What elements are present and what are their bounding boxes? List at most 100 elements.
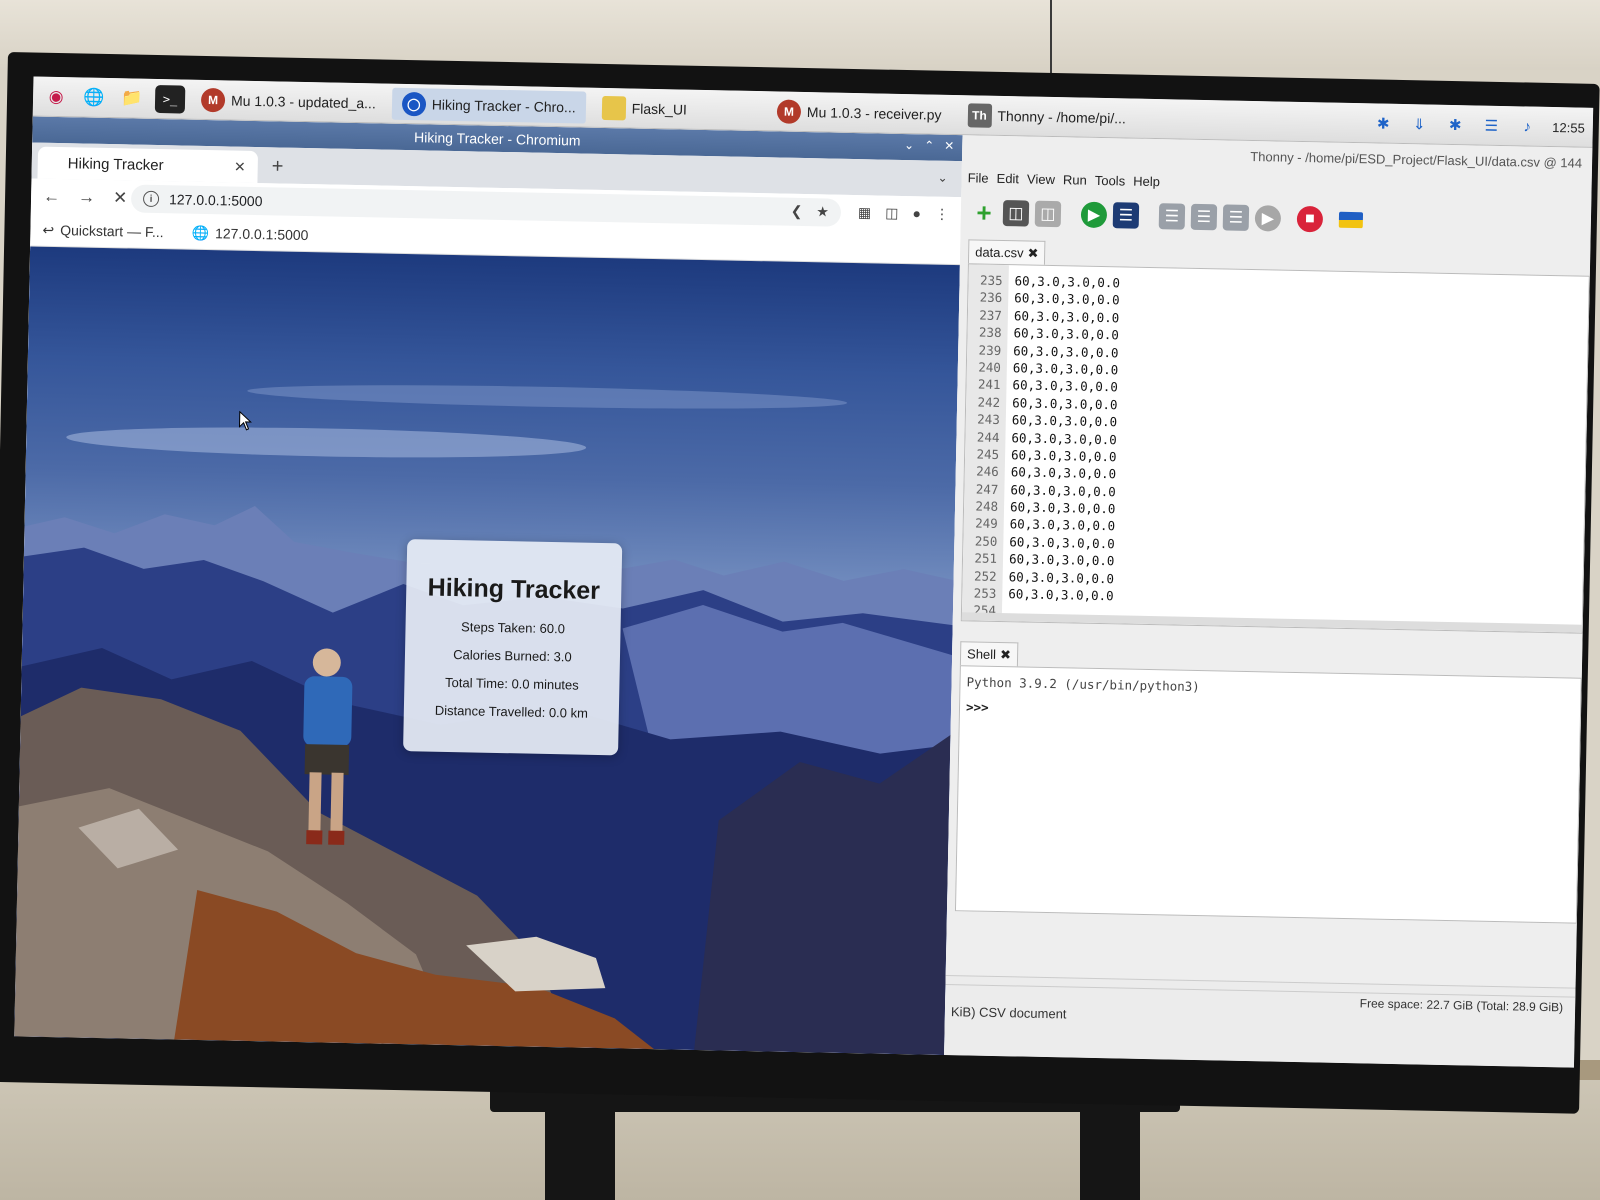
menu-edit[interactable]: Edit [996,170,1019,185]
window-title: Thonny - /home/pi/ESD_Project/Flask_UI/d… [1250,148,1583,171]
bookmark-localhost[interactable]: 🌐 127.0.0.1:5000 [191,225,308,244]
code-line[interactable]: 60,3.0,3.0,0.0 [1009,533,1115,553]
code-line[interactable]: 60,3.0,3.0,0.0 [1014,272,1120,292]
horizontal-scrollbar[interactable] [961,612,1582,633]
code-line[interactable]: 60,3.0,3.0,0.0 [1010,481,1116,501]
menu-view[interactable]: View [1027,171,1055,187]
editor-tab-label: data.csv [975,244,1024,261]
code-line[interactable]: 60,3.0,3.0,0.0 [1010,516,1116,536]
stop-icon[interactable]: ■ [1296,205,1324,233]
code-line[interactable]: 60,3.0,3.0,0.0 [1012,411,1118,431]
minimize-icon[interactable]: ⌄ [904,138,914,152]
maximize-icon[interactable]: ⌃ [924,138,934,152]
extensions-icon[interactable]: ▦ [858,204,872,221]
line-number: 240 [978,359,1002,375]
close-tab-icon[interactable]: ✖ [1000,647,1011,663]
stop-icon[interactable]: ✕ [113,188,128,208]
new-tab-button[interactable]: + [272,155,284,178]
task-mu-updated[interactable]: M Mu 1.0.3 - updated_a... [191,83,386,119]
line-number: 250 [974,533,998,549]
clock[interactable]: 12:55 [1552,120,1585,136]
run-icon[interactable]: ▶ [1080,201,1108,229]
new-file-icon[interactable]: + [971,197,998,227]
code-line[interactable]: 60,3.0,3.0,0.0 [1013,359,1119,379]
tv-monitor: ◉ 🌐 📁 >_ M Mu 1.0.3 - updated_a... ◯ Hik… [0,52,1600,1114]
code-line[interactable]: 60,3.0,3.0,0.0 [1008,585,1114,605]
back-icon[interactable]: ← [43,187,60,207]
bookmark-star-icon[interactable]: ★ [816,203,829,220]
line-numbers: 235 236 237 238 239 240 241 242 243 244 245 246 247 2… [961,264,1009,622]
code-line[interactable]: 60,3.0,3.0,0.0 [1012,394,1118,414]
open-file-icon[interactable]: ◫ [1002,200,1030,227]
menu-run[interactable]: Run [1063,172,1087,187]
file-manager-icon[interactable]: 📁 [117,84,148,113]
line-number: 249 [975,515,998,532]
tab-search-icon[interactable]: ⌄ [937,171,947,185]
menu-tools[interactable]: Tools [1095,172,1126,188]
code-line[interactable]: 60,3.0,3.0,0.0 [1012,377,1118,397]
window-title: Hiking Tracker - Chromium [413,129,581,149]
task-label: Hiking Tracker - Chro... [431,96,576,115]
task-mu-receiver[interactable]: M Mu 1.0.3 - receiver.py [767,95,952,131]
thonny-icon: Th [967,102,992,128]
bluetooth-icon[interactable]: ✱ [1372,112,1394,134]
step-over-icon[interactable]: ☰ [1158,203,1186,230]
tab-close-icon[interactable]: ✕ [234,158,246,175]
file-status: KiB) CSV document [950,1004,1067,1022]
line-number: 246 [976,463,999,480]
debug-icon[interactable]: ☰ [1112,202,1140,229]
bookmark-label: 127.0.0.1:5000 [214,225,309,244]
step-into-icon[interactable]: ☰ [1190,203,1218,231]
mouse-cursor-icon [239,410,252,431]
shell-tab[interactable]: Shell ✖ [959,641,1019,667]
task-flask-ui-folder[interactable]: Flask_UI [591,91,697,125]
address-text[interactable]: 127.0.0.1:5000 [169,191,263,209]
close-icon[interactable]: ✕ [944,139,954,153]
code-line[interactable]: 60,3.0,3.0,0.0 [1011,429,1117,449]
wifi-icon[interactable]: ☰ [1480,115,1502,137]
task-label: Mu 1.0.3 - updated_a... [230,91,376,111]
menu-file[interactable]: File [968,170,989,185]
distance-travelled: Distance Travelled: 0.0 km [434,702,589,721]
code-line[interactable]: 60,3.0,3.0,0.0 [1014,290,1120,310]
code-line[interactable]: 60,3.0,3.0,0.0 [1010,498,1116,518]
editor-tab-data-csv[interactable]: data.csv ✖ [967,239,1046,265]
code-line[interactable]: 60,3.0,3.0,0.0 [1013,342,1119,362]
shell-panel[interactable]: Python 3.9.2 (/usr/bin/python3) >>> [954,665,1582,924]
stats-card: Hiking Tracker Steps Taken: 60.0 Calorie… [403,539,623,756]
download-icon[interactable]: ⇓ [1408,113,1430,135]
task-chromium[interactable]: ◯ Hiking Tracker - Chro... [391,87,587,124]
share-icon[interactable]: ❮ [790,203,803,220]
terminal-icon[interactable]: >_ [154,84,186,114]
resume-icon[interactable]: ▶ [1254,205,1282,232]
code-editor[interactable]: 235 236 237 238 239 240 241 242 243 244 245 246 247 2… [960,263,1590,634]
profile-icon[interactable]: ● [912,205,921,222]
step-out-icon[interactable]: ☰ [1222,204,1250,231]
save-file-icon[interactable]: ◫ [1034,200,1062,228]
web-browser-icon[interactable]: 🌐 [79,83,110,112]
menu-help[interactable]: Help [1133,173,1160,189]
code-line[interactable]: 60,3.0,3.0,0.0 [1011,446,1117,466]
code-line[interactable]: 60,3.0,3.0,0.0 [1008,568,1115,588]
raspberry-menu-icon[interactable]: ◉ [41,82,72,111]
shell-prompt[interactable]: >>> [966,699,1574,726]
code-line[interactable]: 60,3.0,3.0,0.0 [1009,550,1115,570]
code-line[interactable]: 60,3.0,3.0,0.0 [1013,324,1119,344]
editor-content[interactable]: 60,3.0,3.0,0.0 60,3.0,3.0,0.0 60,3.0,3.0,0… [1008,265,1120,622]
ukraine-flag-icon[interactable] [1338,211,1364,229]
line-number: 236 [979,289,1003,306]
site-info-icon[interactable]: i [142,190,160,208]
code-line[interactable]: 60,3.0,3.0,0.0 [1011,464,1117,484]
menu-icon[interactable]: ⋮ [935,206,949,223]
tab-hiking-tracker[interactable]: Hiking Tracker ✕ [37,146,259,184]
code-line[interactable]: 60,3.0,3.0,0.0 [1014,307,1120,327]
bookmark-quickstart[interactable]: ↩ Quickstart — F... [42,222,163,241]
side-panel-icon[interactable]: ◫ [885,205,899,222]
steps-taken: Steps Taken: 60.0 [460,619,566,637]
close-tab-icon[interactable]: ✖ [1027,245,1038,261]
task-thonny[interactable]: Th Thonny - /home/pi/... [957,99,1136,135]
line-number: 243 [977,411,1000,428]
bluetooth-status-icon[interactable]: ✱ [1444,114,1466,136]
volume-icon[interactable]: ♪ [1516,115,1538,137]
forward-icon[interactable]: → [78,187,95,207]
